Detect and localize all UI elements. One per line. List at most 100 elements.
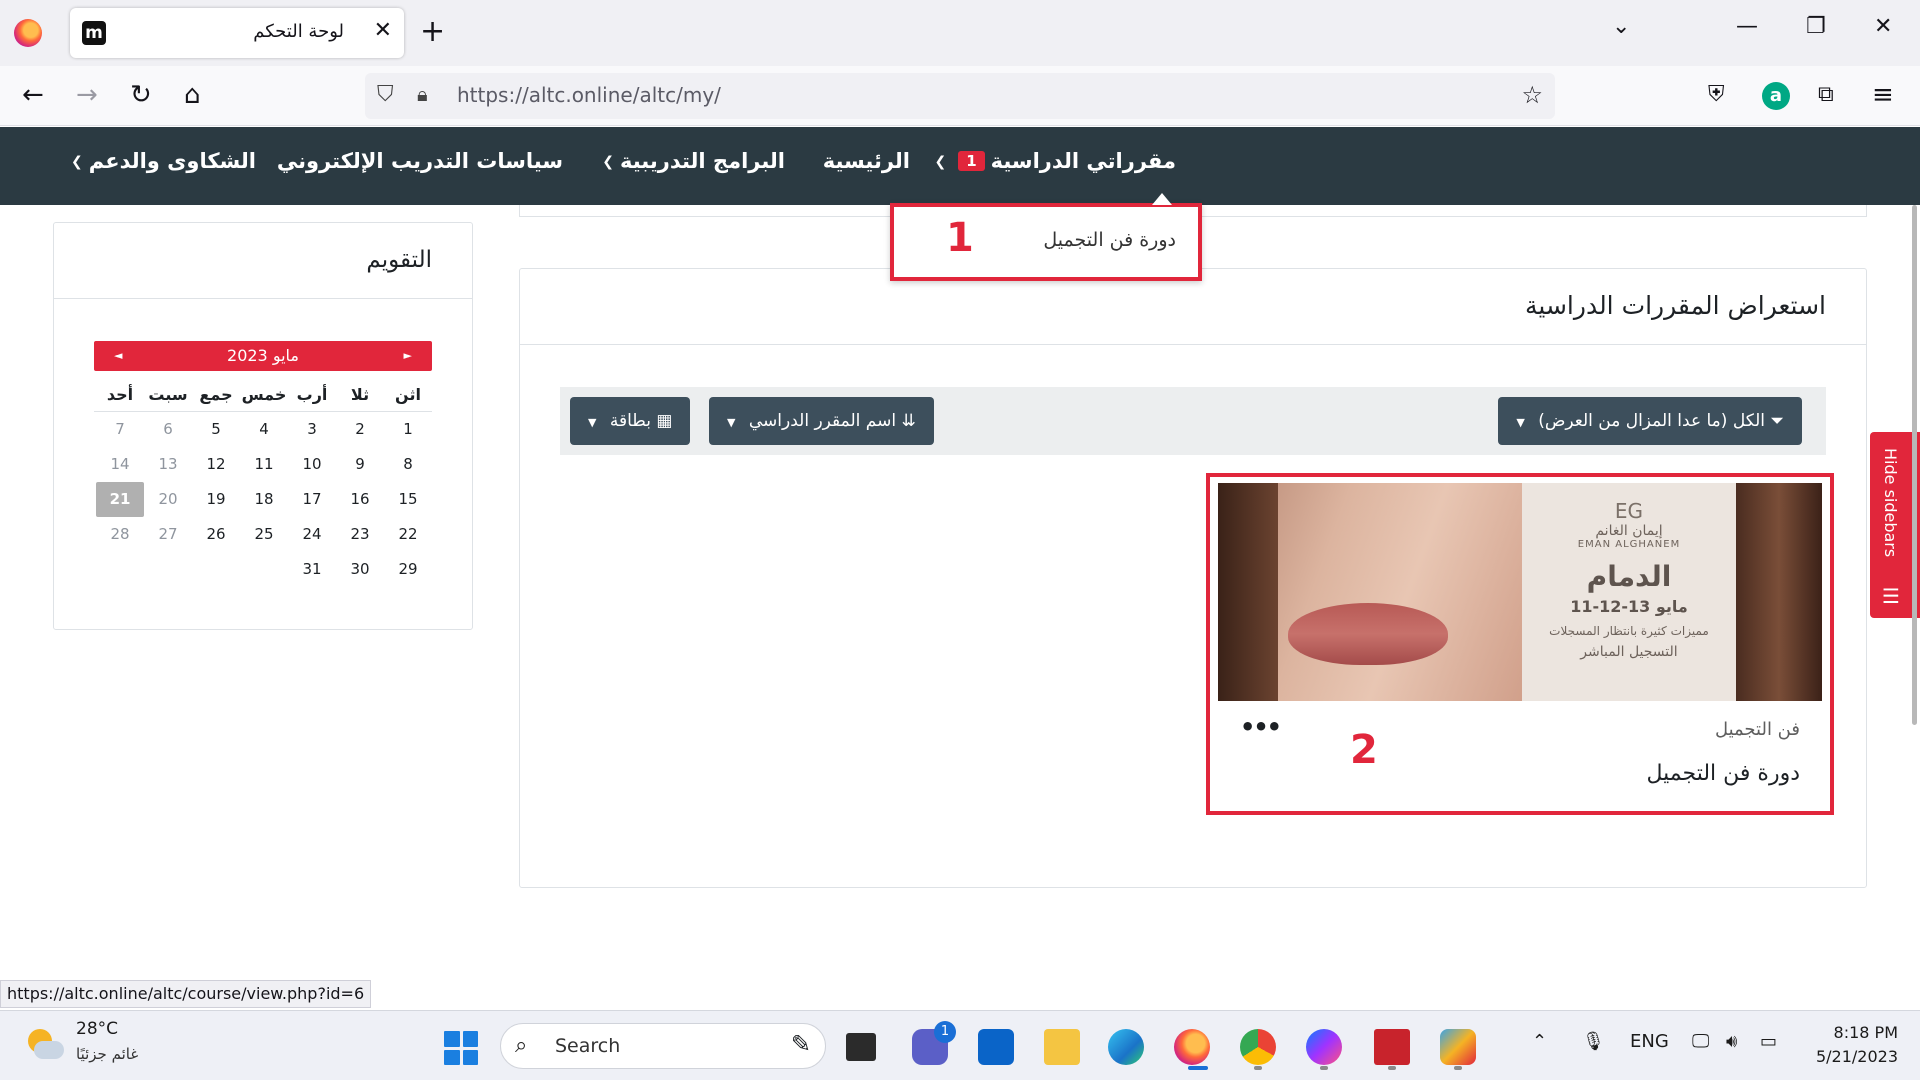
- calendar-day[interactable]: 25: [240, 517, 288, 552]
- list-all-tabs-chevron-icon[interactable]: ⌄: [1612, 14, 1630, 39]
- close-tab-icon[interactable]: ✕: [374, 18, 392, 43]
- browser-toolbar: ← → ↻ ⌂ ⛉ 🔒︎ https://altc.online/altc/my…: [0, 66, 1920, 126]
- browser-tab-active[interactable]: m لوحة التحكم ✕: [70, 8, 404, 58]
- nav-training-programs[interactable]: البرامج التدريبية❯: [596, 149, 785, 173]
- calendar-day[interactable]: 19: [192, 482, 240, 517]
- calendar-day[interactable]: 17: [288, 482, 336, 517]
- windows-start-icon[interactable]: [444, 1031, 478, 1065]
- volume-icon[interactable]: 🔊︎: [1726, 1031, 1737, 1052]
- close-window-icon[interactable]: ✕: [1874, 14, 1892, 39]
- input-language[interactable]: ENG: [1630, 1031, 1669, 1052]
- calendar-empty-cell: [240, 552, 288, 587]
- weather-temperature[interactable]: 28°C: [76, 1019, 118, 1039]
- calendar-day[interactable]: 14: [96, 447, 144, 482]
- pocket-icon[interactable]: ⛨: [1708, 80, 1725, 110]
- reload-icon[interactable]: ↻: [130, 80, 152, 110]
- sort-dropdown-button[interactable]: ⇊ اسم المقرر الدراسي ▼: [709, 397, 934, 445]
- calendar-day[interactable]: 12: [192, 447, 240, 482]
- nav-my-courses[interactable]: مقرراتي الدراسية1❯: [928, 149, 1176, 173]
- messenger-icon[interactable]: [1306, 1029, 1342, 1065]
- back-arrow-icon[interactable]: ←: [22, 80, 44, 110]
- calendar-day[interactable]: 1: [384, 412, 432, 447]
- chrome-icon[interactable]: [1240, 1029, 1276, 1065]
- calendar-day[interactable]: 10: [288, 447, 336, 482]
- extensions-puzzle-icon[interactable]: ⧉: [1818, 80, 1834, 110]
- nav-elearning-policies[interactable]: سياسات التدريب الإلكتروني: [277, 149, 563, 173]
- taskbar-search[interactable]: ⌕ Search ✎: [500, 1023, 826, 1069]
- teams-chat-icon[interactable]: 1: [912, 1021, 956, 1065]
- url-text[interactable]: https://altc.online/altc/my/: [457, 83, 721, 107]
- url-bar[interactable]: ⛉ 🔒︎ https://altc.online/altc/my/ ☆: [365, 73, 1555, 119]
- home-icon[interactable]: ⌂: [184, 80, 201, 110]
- calendar-day[interactable]: 23: [336, 517, 384, 552]
- calendar-day[interactable]: 22: [384, 517, 432, 552]
- paint-running-indicator: [1454, 1066, 1462, 1070]
- firefox-taskbar-icon[interactable]: [1174, 1029, 1210, 1065]
- calendar-day[interactable]: 28: [96, 517, 144, 552]
- minimize-window-icon[interactable]: —: [1736, 14, 1758, 39]
- task-view-icon[interactable]: [846, 1033, 876, 1061]
- calendar-day[interactable]: 2: [336, 412, 384, 447]
- paint-app-icon[interactable]: [1440, 1029, 1476, 1065]
- calendar-day[interactable]: 26: [192, 517, 240, 552]
- restore-window-icon[interactable]: ❐: [1806, 14, 1826, 39]
- edge-icon[interactable]: [1108, 1029, 1144, 1065]
- nav-complaints-support[interactable]: الشكاوى والدعم❯: [65, 149, 256, 173]
- course-name-link[interactable]: دورة فن التجميل: [1647, 761, 1801, 786]
- new-tab-plus-icon[interactable]: +: [420, 14, 445, 50]
- search-icon: ⌕: [515, 1033, 528, 1058]
- calendar-prev-month-icon[interactable]: ◄: [114, 341, 122, 371]
- calendar-day[interactable]: 18: [240, 482, 288, 517]
- dropdown-item-beauty-course[interactable]: دورة فن التجميل: [1043, 229, 1176, 251]
- calendar-day[interactable]: 9: [336, 447, 384, 482]
- calendar-day[interactable]: 31: [288, 552, 336, 587]
- calendar-day[interactable]: 7: [96, 412, 144, 447]
- weekday-label: جمع: [199, 385, 233, 404]
- filter-dropdown-button[interactable]: ⏷ الكل (ما عدا المزال من العرض) ▼: [1498, 397, 1802, 445]
- course-actions-menu-icon[interactable]: •••: [1240, 713, 1282, 741]
- firefox-logo-icon[interactable]: [14, 19, 42, 47]
- filezilla-icon[interactable]: [1374, 1029, 1410, 1065]
- calendar-day[interactable]: 6: [144, 412, 192, 447]
- forward-arrow-icon[interactable]: →: [76, 80, 98, 110]
- bookmark-star-icon[interactable]: ☆: [1521, 81, 1543, 109]
- calendar-day[interactable]: 15: [384, 482, 432, 517]
- hamburger-menu-icon[interactable]: ≡: [1872, 80, 1894, 110]
- microphone-icon[interactable]: 🎙︎: [1582, 1031, 1605, 1052]
- calendar-day[interactable]: 8: [384, 447, 432, 482]
- outlook-icon[interactable]: [978, 1029, 1014, 1065]
- page-scrollbar[interactable]: [1912, 205, 1917, 725]
- calendar-day[interactable]: 5: [192, 412, 240, 447]
- weather-partly-cloudy-icon[interactable]: [28, 1029, 64, 1059]
- calendar-day[interactable]: 11: [240, 447, 288, 482]
- weather-condition[interactable]: غائم جزئيًا: [76, 1045, 138, 1063]
- calendar-day[interactable]: 29: [384, 552, 432, 587]
- network-icon[interactable]: 🖵︎: [1692, 1031, 1709, 1052]
- course-overview-title: استعراض المقررات الدراسية: [1525, 291, 1826, 320]
- nav-home[interactable]: الرئيسية: [823, 149, 910, 173]
- course-card[interactable]: EG إيمان الغانم EMAN ALGHANEM الدمام ماي…: [1206, 473, 1834, 815]
- extension-a-icon[interactable]: a: [1762, 82, 1790, 110]
- calendar-weekday-row: اثن ثلا أرب خمس جمع سبت أحد: [94, 377, 432, 412]
- system-clock[interactable]: 8:18 PM 5/21/2023: [1816, 1021, 1898, 1069]
- calendar-day[interactable]: 21: [96, 482, 144, 517]
- calendar-week-row: 8 9 10 11 12 13 14: [94, 447, 432, 482]
- lock-icon[interactable]: 🔒︎: [417, 82, 428, 106]
- calendar-week-row: 1234567: [94, 412, 432, 447]
- calendar-day[interactable]: 4: [240, 412, 288, 447]
- calendar-day[interactable]: 3: [288, 412, 336, 447]
- calendar-day[interactable]: 24: [288, 517, 336, 552]
- calendar-day[interactable]: 30: [336, 552, 384, 587]
- calendar-next-month-icon[interactable]: ►: [404, 341, 412, 371]
- tracking-shield-icon[interactable]: ⛉: [377, 82, 394, 107]
- calendar-day[interactable]: 16: [336, 482, 384, 517]
- show-hidden-icons-chevron-icon[interactable]: ⌃: [1532, 1031, 1547, 1052]
- file-explorer-icon[interactable]: [1044, 1029, 1080, 1065]
- course-image[interactable]: EG إيمان الغانم EMAN ALGHANEM الدمام ماي…: [1218, 483, 1822, 701]
- weekday-label: اثن: [395, 385, 421, 404]
- calendar-day[interactable]: 13: [144, 447, 192, 482]
- view-dropdown-button[interactable]: ▦ بطاقة ▼: [570, 397, 691, 445]
- calendar-day[interactable]: 27: [144, 517, 192, 552]
- calendar-day[interactable]: 20: [144, 482, 192, 517]
- battery-icon[interactable]: ▭: [1760, 1031, 1777, 1052]
